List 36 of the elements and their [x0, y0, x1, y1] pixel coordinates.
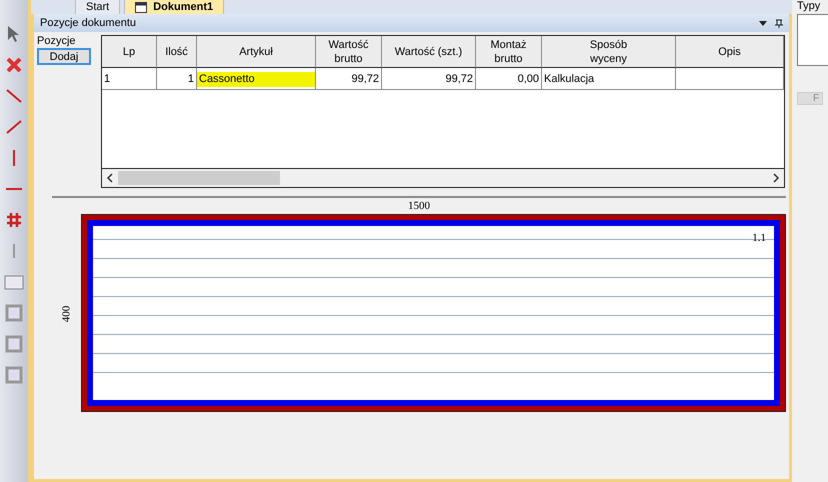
- scroll-right-icon[interactable]: [772, 173, 780, 183]
- column-header[interactable]: Ilość: [157, 36, 197, 68]
- table-cell: Kalkulacja: [542, 68, 676, 90]
- table-cell: 1: [102, 68, 157, 90]
- grid-icon[interactable]: [4, 210, 24, 230]
- sash-label: 1.1: [752, 232, 766, 244]
- column-header[interactable]: Montaż brutto: [476, 36, 542, 68]
- table-cell: 99,72: [382, 68, 476, 90]
- document-tab[interactable]: Dokument1: [124, 0, 224, 14]
- panel-title: Typy: [797, 0, 822, 12]
- list-box[interactable]: [797, 14, 828, 66]
- scroll-left-icon[interactable]: [106, 173, 114, 183]
- square-icon[interactable]: [4, 334, 24, 354]
- column-header[interactable]: Opis: [676, 36, 784, 68]
- column-header[interactable]: Sposób wyceny: [542, 36, 676, 68]
- panel-title: Pozycje dokumentu: [40, 17, 136, 29]
- column-header[interactable]: Artykuł: [197, 36, 316, 68]
- square-icon[interactable]: [4, 365, 24, 385]
- width-dimension: 1500: [408, 200, 430, 212]
- document-tab[interactable]: Start: [75, 0, 120, 14]
- column-header[interactable]: Wartość (szt.): [382, 36, 476, 68]
- table-cell: 1: [157, 68, 197, 90]
- document-icon: [135, 2, 148, 12]
- square-icon[interactable]: [4, 303, 24, 323]
- horizontal-scrollbar[interactable]: [102, 169, 784, 187]
- table-cell: 99,72: [316, 68, 382, 90]
- side-label: Pozycje: [37, 35, 77, 47]
- scrollbar-thumb[interactable]: [118, 171, 280, 185]
- table-cell: 0,00: [476, 68, 542, 90]
- height-dimension: 400: [60, 306, 73, 322]
- column-header[interactable]: Lp: [102, 36, 157, 68]
- delete-icon[interactable]: [4, 55, 24, 75]
- column-header[interactable]: Wartość brutto: [316, 36, 382, 68]
- dropdown-pin-icon[interactable]: [759, 18, 783, 28]
- add-button[interactable]: Dodaj: [37, 48, 91, 65]
- table-cell: Cassonetto: [197, 68, 316, 90]
